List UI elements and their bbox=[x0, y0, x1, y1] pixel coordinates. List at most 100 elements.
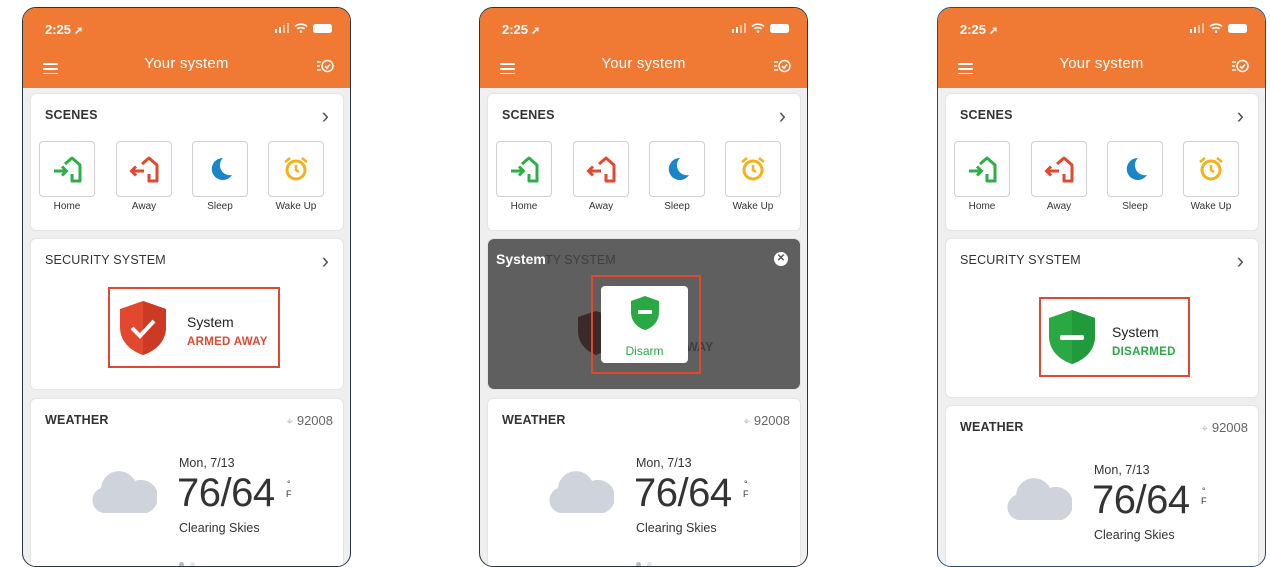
security-card: SECURITY SYSTEM › System DISARMED bbox=[945, 238, 1259, 398]
weather-heading: WEATHER bbox=[502, 413, 566, 427]
cloud-icon bbox=[549, 471, 614, 513]
chevron-right-icon[interactable]: › bbox=[1237, 248, 1244, 274]
chevron-right-icon[interactable]: › bbox=[1237, 103, 1244, 129]
weather-heading: WEATHER bbox=[960, 420, 1024, 434]
security-card: TY SYSTEM WAY System ✕ Disarm bbox=[487, 238, 801, 390]
moon-icon bbox=[1126, 157, 1147, 180]
scenes-heading: SCENES bbox=[502, 108, 555, 122]
scene-sleep[interactable]: Sleep bbox=[191, 141, 249, 212]
alarm-clock-icon bbox=[1199, 157, 1223, 181]
scene-wake-up[interactable]: Wake Up bbox=[724, 141, 782, 212]
scene-wake-up[interactable]: Wake Up bbox=[267, 141, 325, 212]
chevron-right-icon[interactable]: › bbox=[322, 103, 329, 129]
signal-icon bbox=[1189, 23, 1204, 33]
system-state: ARMED AWAY bbox=[187, 336, 268, 348]
security-status-highlight[interactable]: System ARMED AWAY bbox=[108, 287, 280, 368]
page-indicator[interactable] bbox=[946, 561, 1258, 566]
scene-home[interactable]: Home bbox=[38, 141, 96, 212]
weather-temperature: 76/64 bbox=[177, 471, 275, 515]
temperature-unit: ° F bbox=[286, 479, 292, 499]
temperature-unit: ° F bbox=[1201, 486, 1207, 506]
security-card: SECURITY SYSTEM › System ARMED AWAY bbox=[30, 238, 344, 390]
status-time: 2:25 ➚ bbox=[960, 22, 999, 37]
location-pin-icon: ⌖ bbox=[743, 416, 750, 428]
shield-check-icon bbox=[120, 301, 166, 355]
scene-home[interactable]: Home bbox=[953, 141, 1011, 212]
home-leave-icon bbox=[129, 156, 159, 183]
close-icon[interactable]: ✕ bbox=[774, 252, 788, 266]
status-time: 2:25 ➚ bbox=[502, 22, 541, 37]
system-label: System bbox=[1112, 324, 1159, 340]
wifi-icon bbox=[1209, 23, 1223, 33]
shield-minus-icon bbox=[1049, 310, 1095, 364]
overlay-title: System bbox=[496, 251, 546, 267]
security-heading: SECURITY SYSTEM bbox=[45, 253, 166, 267]
status-icons bbox=[1189, 23, 1247, 33]
cloud-icon bbox=[1007, 478, 1072, 520]
page-indicator[interactable] bbox=[31, 554, 343, 566]
weather-date: Mon, 7/13 bbox=[179, 456, 235, 470]
weather-heading: WEATHER bbox=[45, 413, 109, 427]
weather-zip[interactable]: ⌖ 92008 bbox=[1202, 420, 1248, 436]
home-arrive-icon bbox=[969, 156, 997, 183]
chevron-right-icon[interactable]: › bbox=[779, 103, 786, 129]
weather-temperature: 76/64 bbox=[1092, 478, 1190, 522]
app-header: 2:25 ➚ Your system bbox=[938, 8, 1265, 88]
chevron-right-icon[interactable]: › bbox=[322, 248, 329, 274]
alarm-clock-icon bbox=[741, 157, 765, 181]
scenes-heading: SCENES bbox=[45, 108, 98, 122]
wifi-icon bbox=[294, 23, 308, 33]
phone-screen-armed: 2:25 ➚ Your system SCENES › Home Away Sle… bbox=[22, 7, 351, 567]
ghost-security-heading: TY SYSTEM bbox=[545, 253, 616, 267]
scene-away[interactable]: Away bbox=[572, 141, 630, 212]
scenes-card: SCENES › Home Away Sleep Wake Up bbox=[945, 93, 1259, 231]
page-indicator[interactable] bbox=[488, 554, 800, 566]
status-icons bbox=[274, 23, 332, 33]
scene-wake-up[interactable]: Wake Up bbox=[1182, 141, 1240, 212]
moon-icon bbox=[668, 157, 689, 180]
location-pin-icon: ⌖ bbox=[286, 416, 293, 428]
weather-date: Mon, 7/13 bbox=[636, 456, 692, 470]
location-pin-icon: ⌖ bbox=[1201, 423, 1208, 435]
shield-minus-icon bbox=[630, 296, 659, 330]
battery-icon bbox=[313, 23, 332, 33]
phone-screen-disarmed: 2:25 ➚ Your system SCENES › Home Away Sle… bbox=[937, 7, 1266, 567]
alarm-clock-icon bbox=[284, 157, 308, 181]
temperature-unit: ° F bbox=[743, 479, 749, 499]
weather-zip[interactable]: ⌖ 92008 bbox=[744, 413, 790, 429]
home-leave-icon bbox=[586, 156, 616, 183]
battery-icon bbox=[1228, 23, 1247, 33]
weather-temperature: 76/64 bbox=[634, 471, 732, 515]
page-title: Your system bbox=[144, 55, 229, 72]
scenes-heading: SCENES bbox=[960, 108, 1013, 122]
scene-sleep[interactable]: Sleep bbox=[648, 141, 706, 212]
task-list-icon[interactable] bbox=[773, 58, 791, 74]
signal-icon bbox=[731, 23, 746, 33]
app-header: 2:25 ➚ Your system bbox=[480, 8, 807, 88]
scene-away[interactable]: Away bbox=[1030, 141, 1088, 212]
disarm-button[interactable]: Disarm bbox=[601, 286, 688, 363]
weather-condition: Clearing Skies bbox=[636, 521, 717, 535]
scene-home[interactable]: Home bbox=[495, 141, 553, 212]
status-icons bbox=[731, 23, 789, 33]
weather-card: WEATHER ⌖ 92008 Mon, 7/13 76/64 ° F Cleari… bbox=[487, 398, 801, 566]
task-list-icon[interactable] bbox=[1231, 58, 1249, 74]
security-status-highlight[interactable]: System DISARMED bbox=[1039, 297, 1190, 377]
weather-card: WEATHER ⌖ 92008 Mon, 7/13 76/64 ° F Cleari… bbox=[945, 405, 1259, 566]
system-state: DISARMED bbox=[1112, 346, 1176, 358]
weather-card: WEATHER ⌖ 92008 Mon, 7/13 76/64 ° F Cleari… bbox=[30, 398, 344, 566]
system-action-overlay: TY SYSTEM WAY System ✕ Disarm bbox=[488, 239, 800, 389]
signal-icon bbox=[274, 23, 289, 33]
page-title: Your system bbox=[1059, 55, 1144, 72]
battery-icon bbox=[770, 23, 789, 33]
weather-zip[interactable]: ⌖ 92008 bbox=[287, 413, 333, 429]
weather-condition: Clearing Skies bbox=[179, 521, 260, 535]
weather-date: Mon, 7/13 bbox=[1094, 463, 1150, 477]
status-time: 2:25 ➚ bbox=[45, 22, 84, 37]
scene-away[interactable]: Away bbox=[115, 141, 173, 212]
scenes-card: SCENES › Home Away Sleep Wake Up bbox=[30, 93, 344, 231]
scene-sleep[interactable]: Sleep bbox=[1106, 141, 1164, 212]
app-header: 2:25 ➚ Your system bbox=[23, 8, 350, 88]
phone-screen-disarm-prompt: 2:25 ➚ Your system SCENES › Home Away Sle… bbox=[479, 7, 808, 567]
task-list-icon[interactable] bbox=[316, 58, 334, 74]
